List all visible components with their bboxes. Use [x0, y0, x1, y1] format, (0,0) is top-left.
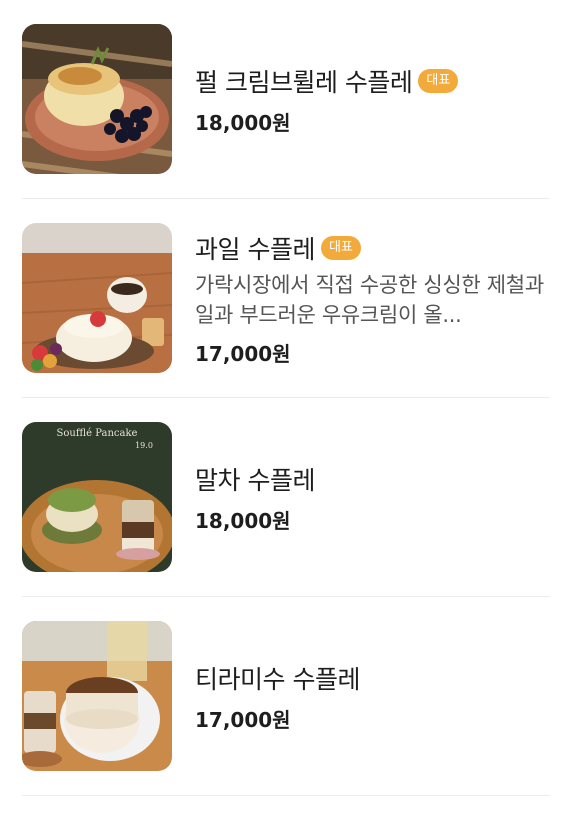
menu-item-price: 17,000원: [195, 707, 291, 732]
signature-badge: 대표: [418, 68, 459, 93]
menu-item-description: 가락시장에서 직접 수공한 싱싱한 제철과일과 부드러운 우유크림이 올...: [195, 272, 544, 327]
menu-item-title: 펄 크림브륄레 수플레: [195, 67, 413, 97]
signature-badge: 대표: [320, 235, 361, 260]
menu-item-fruit-souffle[interactable]: 과일 수플레 대표 가락시장에서 직접 수공한 싱싱한 제철과일과 부드러운 우…: [22, 199, 550, 398]
menu-item-photo: Soufflé Pancake 19.0: [22, 422, 172, 572]
menu-item-photo: [22, 24, 172, 174]
menu-item-photo: [22, 621, 172, 771]
menu-item-price: 18,000원: [195, 110, 291, 135]
menu-item-matcha-souffle[interactable]: Soufflé Pancake 19.0 말차 수플레 18,000원: [22, 398, 550, 597]
menu-item-photo: [22, 223, 172, 373]
menu-item-title: 티라미수 수플레: [195, 664, 360, 694]
menu-item-title: 과일 수플레: [195, 234, 315, 264]
menu-item-tiramisu-souffle[interactable]: 티라미수 수플레 17,000원: [22, 597, 550, 796]
menu-item-price: 17,000원: [195, 341, 291, 366]
menu-item-price: 18,000원: [195, 508, 291, 533]
menu-item-pearl-creme-brulee[interactable]: 펄 크림브륄레 수플레 대표 18,000원: [22, 0, 550, 199]
photo-caption: Soufflé Pancake: [57, 428, 138, 439]
menu-list: 펄 크림브륄레 수플레 대표 18,000원 과일 수플레 대표 가락시장에서 …: [0, 0, 572, 796]
photo-caption-sub: 19.0: [135, 441, 153, 450]
menu-item-title: 말차 수플레: [195, 465, 315, 495]
